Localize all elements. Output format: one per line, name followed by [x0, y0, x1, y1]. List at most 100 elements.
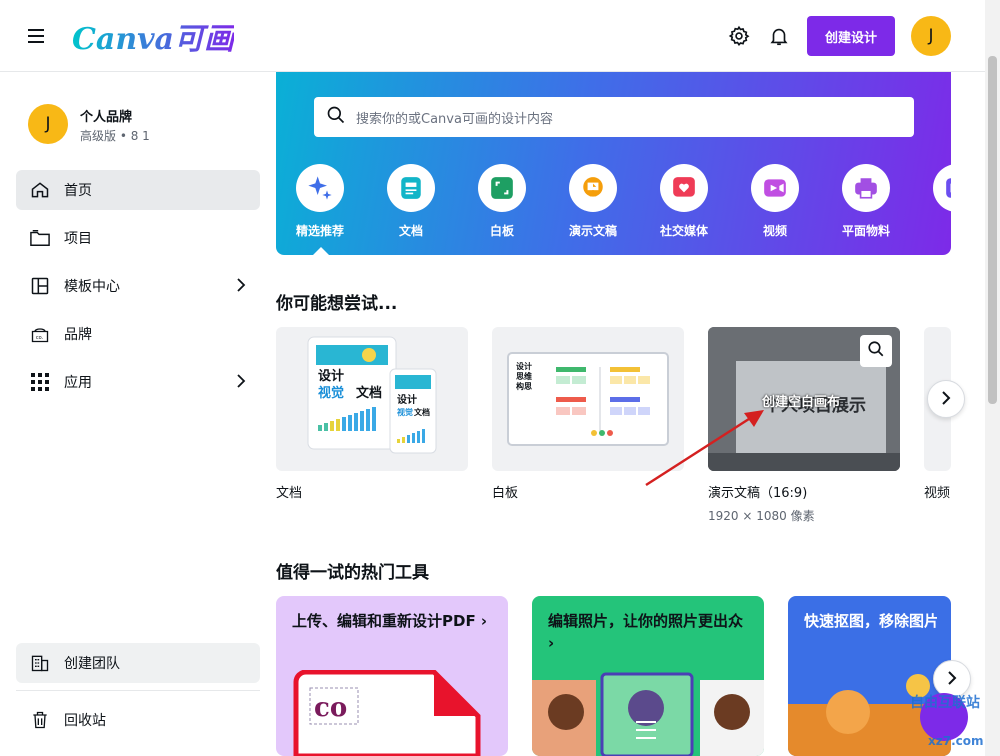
chevron-right-icon	[236, 278, 246, 296]
tools-title: 值得一试的热门工具	[276, 563, 429, 583]
tool-title: 上传、编辑和重新设计PDF ›	[292, 612, 488, 630]
canva-logo[interactable]: Canva可画	[72, 14, 234, 58]
watermark-url: xz7.com	[928, 734, 984, 748]
avatar[interactable]: J	[911, 16, 951, 56]
category-label: 精选推荐	[295, 224, 344, 238]
pdf-illustration: co	[293, 670, 481, 756]
card-dimensions: 1920 × 1080 像素	[708, 509, 815, 523]
profile-plan: 高级版 • 8 1	[80, 129, 150, 143]
create-team-button[interactable]: 创建团队	[16, 643, 260, 683]
folder-icon	[28, 226, 52, 250]
top-bar: Canva可画 创建设计 J	[0, 0, 985, 72]
magnifier-icon	[867, 340, 885, 362]
doc-icon	[387, 164, 435, 212]
apps-grid-icon	[28, 370, 52, 394]
home-icon	[28, 178, 52, 202]
category-label: 平面物料	[841, 224, 890, 238]
category-social-media[interactable]: 社交媒体	[644, 164, 724, 239]
sidebar-item-projects[interactable]: 项目	[16, 218, 260, 258]
page-scrollbar[interactable]	[985, 0, 1000, 756]
svg-text:co: co	[314, 693, 347, 723]
category-presentations[interactable]: 演示文稿	[553, 164, 633, 239]
sidebar-item-templates[interactable]: 模板中心	[16, 266, 260, 306]
svg-text:设计: 设计	[516, 361, 532, 371]
svg-text:视觉: 视觉	[318, 385, 344, 401]
doc-preview-image: 设计 视觉 文档 设计 视觉 文档	[307, 336, 437, 454]
heart-icon	[660, 164, 708, 212]
chevron-right-icon	[941, 390, 951, 409]
annotation-arrow	[645, 410, 764, 487]
create-team-label: 创建团队	[64, 656, 120, 672]
sidebar-item-apps[interactable]: 应用	[16, 362, 260, 402]
svg-text:设计: 设计	[397, 393, 417, 406]
scrollbar-thumb[interactable]	[988, 56, 997, 404]
category-video[interactable]: 视频	[735, 164, 815, 239]
settings-gear-icon[interactable]	[723, 20, 755, 52]
sidebar-item-label: 品牌	[64, 327, 92, 343]
hero-banner: 搜索你的或Canva可画的设计内容 精选推荐 文档 白板 演示文稿 社交媒体 视…	[276, 72, 951, 255]
category-print[interactable]: 平面物料	[826, 164, 906, 239]
active-category-indicator	[313, 247, 329, 255]
svg-text:构思: 构思	[516, 381, 532, 391]
card-label: 文档	[276, 486, 303, 501]
sidebar-item-brand[interactable]: co. 品牌	[16, 314, 260, 354]
svg-text:思维: 思维	[516, 371, 532, 381]
trash-icon	[28, 708, 52, 732]
video-icon	[751, 164, 799, 212]
chevron-right-icon	[236, 374, 246, 392]
category-label: 白板	[489, 224, 514, 238]
create-design-button[interactable]: 创建设计	[807, 16, 895, 56]
profile-avatar: J	[28, 104, 68, 144]
brand-icon: co.	[28, 322, 52, 346]
suggestions-title: 你可能想尝试...	[276, 294, 398, 314]
sidebar-item-label: 应用	[64, 375, 92, 391]
photo-edit-illustration	[532, 672, 764, 756]
tool-card-photo-edit[interactable]: 编辑照片，让你的照片更出众 ›	[532, 596, 764, 756]
category-whiteboard[interactable]: 白板	[462, 164, 542, 239]
card-label: 白板	[492, 486, 519, 501]
card-label: 视频	[924, 486, 951, 501]
sidebar-item-trash[interactable]: 回收站	[16, 700, 260, 740]
tool-card-pdf[interactable]: 上传、编辑和重新设计PDF › co	[276, 596, 508, 756]
category-featured[interactable]: 精选推荐	[280, 164, 360, 239]
sidebar: J 个人品牌 高级版 • 8 1 首页 项目 模板中心 co. 品牌 应用 创建…	[0, 72, 276, 756]
carousel-next-button[interactable]	[927, 380, 965, 418]
category-label: 演示文稿	[568, 224, 617, 238]
whiteboard-icon	[478, 164, 526, 212]
category-docs[interactable]: 文档	[371, 164, 451, 239]
preview-search-button[interactable]	[860, 335, 892, 367]
svg-text:文档: 文档	[356, 385, 382, 401]
create-blank-canvas-hint: 创建空白画布	[762, 395, 841, 410]
category-label: 网	[917, 222, 952, 239]
divider	[16, 690, 260, 691]
sparkle-icon	[296, 164, 344, 212]
svg-text:文档: 文档	[414, 407, 430, 417]
print-icon	[842, 164, 890, 212]
sidebar-item-label: 项目	[64, 231, 92, 247]
category-label: 社交媒体	[659, 224, 708, 238]
sidebar-item-label: 回收站	[64, 713, 106, 729]
search-icon	[326, 105, 346, 129]
category-label: 文档	[398, 224, 423, 238]
template-icon	[28, 274, 52, 298]
building-icon	[28, 651, 52, 675]
category-label: 视频	[762, 224, 787, 238]
svg-text:视觉: 视觉	[397, 407, 413, 417]
tool-title: 编辑照片，让你的照片更出众 ›	[548, 612, 744, 652]
profile-switcher[interactable]: J 个人品牌 高级版 • 8 1	[28, 104, 150, 144]
menu-icon[interactable]	[24, 24, 48, 48]
bell-icon[interactable]	[763, 20, 795, 52]
web-icon	[933, 164, 951, 212]
presentation-icon	[569, 164, 617, 212]
sidebar-item-home[interactable]: 首页	[16, 170, 260, 210]
watermark-text: 自由互联站	[910, 695, 980, 711]
tool-title: 快速抠图，移除图片背	[804, 612, 937, 630]
search-input[interactable]: 搜索你的或Canva可画的设计内容	[314, 97, 914, 137]
category-website[interactable]: 网	[917, 164, 951, 239]
profile-name: 个人品牌	[80, 110, 133, 125]
sidebar-item-label: 模板中心	[64, 279, 120, 295]
chevron-right-icon	[947, 670, 957, 689]
svg-text:设计: 设计	[318, 368, 344, 384]
suggestion-card-doc[interactable]: 设计 视觉 文档 设计 视觉 文档	[276, 327, 468, 471]
svg-text:co.: co.	[36, 335, 44, 341]
